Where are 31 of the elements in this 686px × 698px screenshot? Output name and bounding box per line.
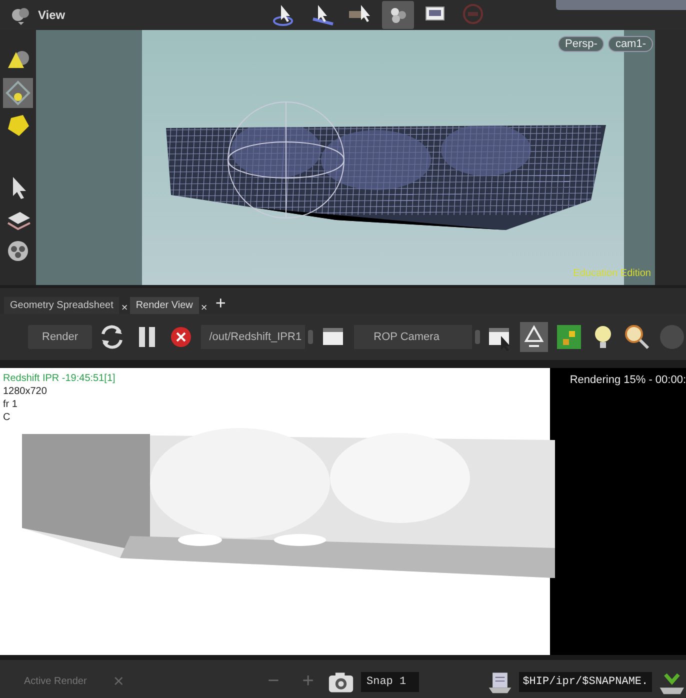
film-reel-icon — [5, 238, 31, 264]
add-tab-button[interactable]: + — [209, 293, 232, 314]
toolbar-button[interactable] — [554, 322, 583, 352]
cube-icon — [5, 112, 31, 138]
diamond-icon — [5, 80, 31, 106]
active-render-label: Active Render — [24, 676, 88, 687]
close-tab-button[interactable]: × — [200, 302, 208, 314]
render-title: Redshift IPR -19:45:51[1] — [3, 373, 116, 384]
camera-icon — [328, 670, 354, 694]
toolbar-tool[interactable] — [382, 1, 414, 29]
render-button[interactable]: Render — [28, 325, 92, 349]
render-info: C — [3, 412, 12, 423]
render-info: fr 1 — [3, 399, 18, 410]
spinner-handle[interactable] — [308, 330, 314, 344]
color-grid-icon — [554, 323, 583, 351]
view-menu[interactable]: Persp- — [558, 36, 604, 52]
toolbar-button[interactable] — [623, 322, 652, 352]
close-tab-button[interactable]: × — [121, 302, 128, 314]
render-info: 1280x720 — [3, 386, 48, 397]
rop-dropdown[interactable]: ROP Camera — [354, 325, 472, 349]
render-status: Rendering 15% - 00:00: — [568, 373, 686, 388]
pane-tab[interactable]: Render View — [130, 297, 199, 314]
pane-tab[interactable]: Geometry Spreadsheet — [4, 297, 120, 314]
pane-title: View — [38, 8, 66, 22]
spinner-handle[interactable] — [474, 330, 480, 344]
snapshot-field[interactable]: Snap 1 — [360, 672, 419, 692]
path-field[interactable]: $HIP/ipr/$SNAPNAME. — [518, 672, 652, 692]
rop-dropdown[interactable]: /out/Redshift_IPR1 — [201, 325, 306, 349]
magnifier-icon — [623, 323, 652, 351]
sphere-icon — [658, 323, 686, 351]
view-menu[interactable]: cam1- — [608, 36, 653, 52]
